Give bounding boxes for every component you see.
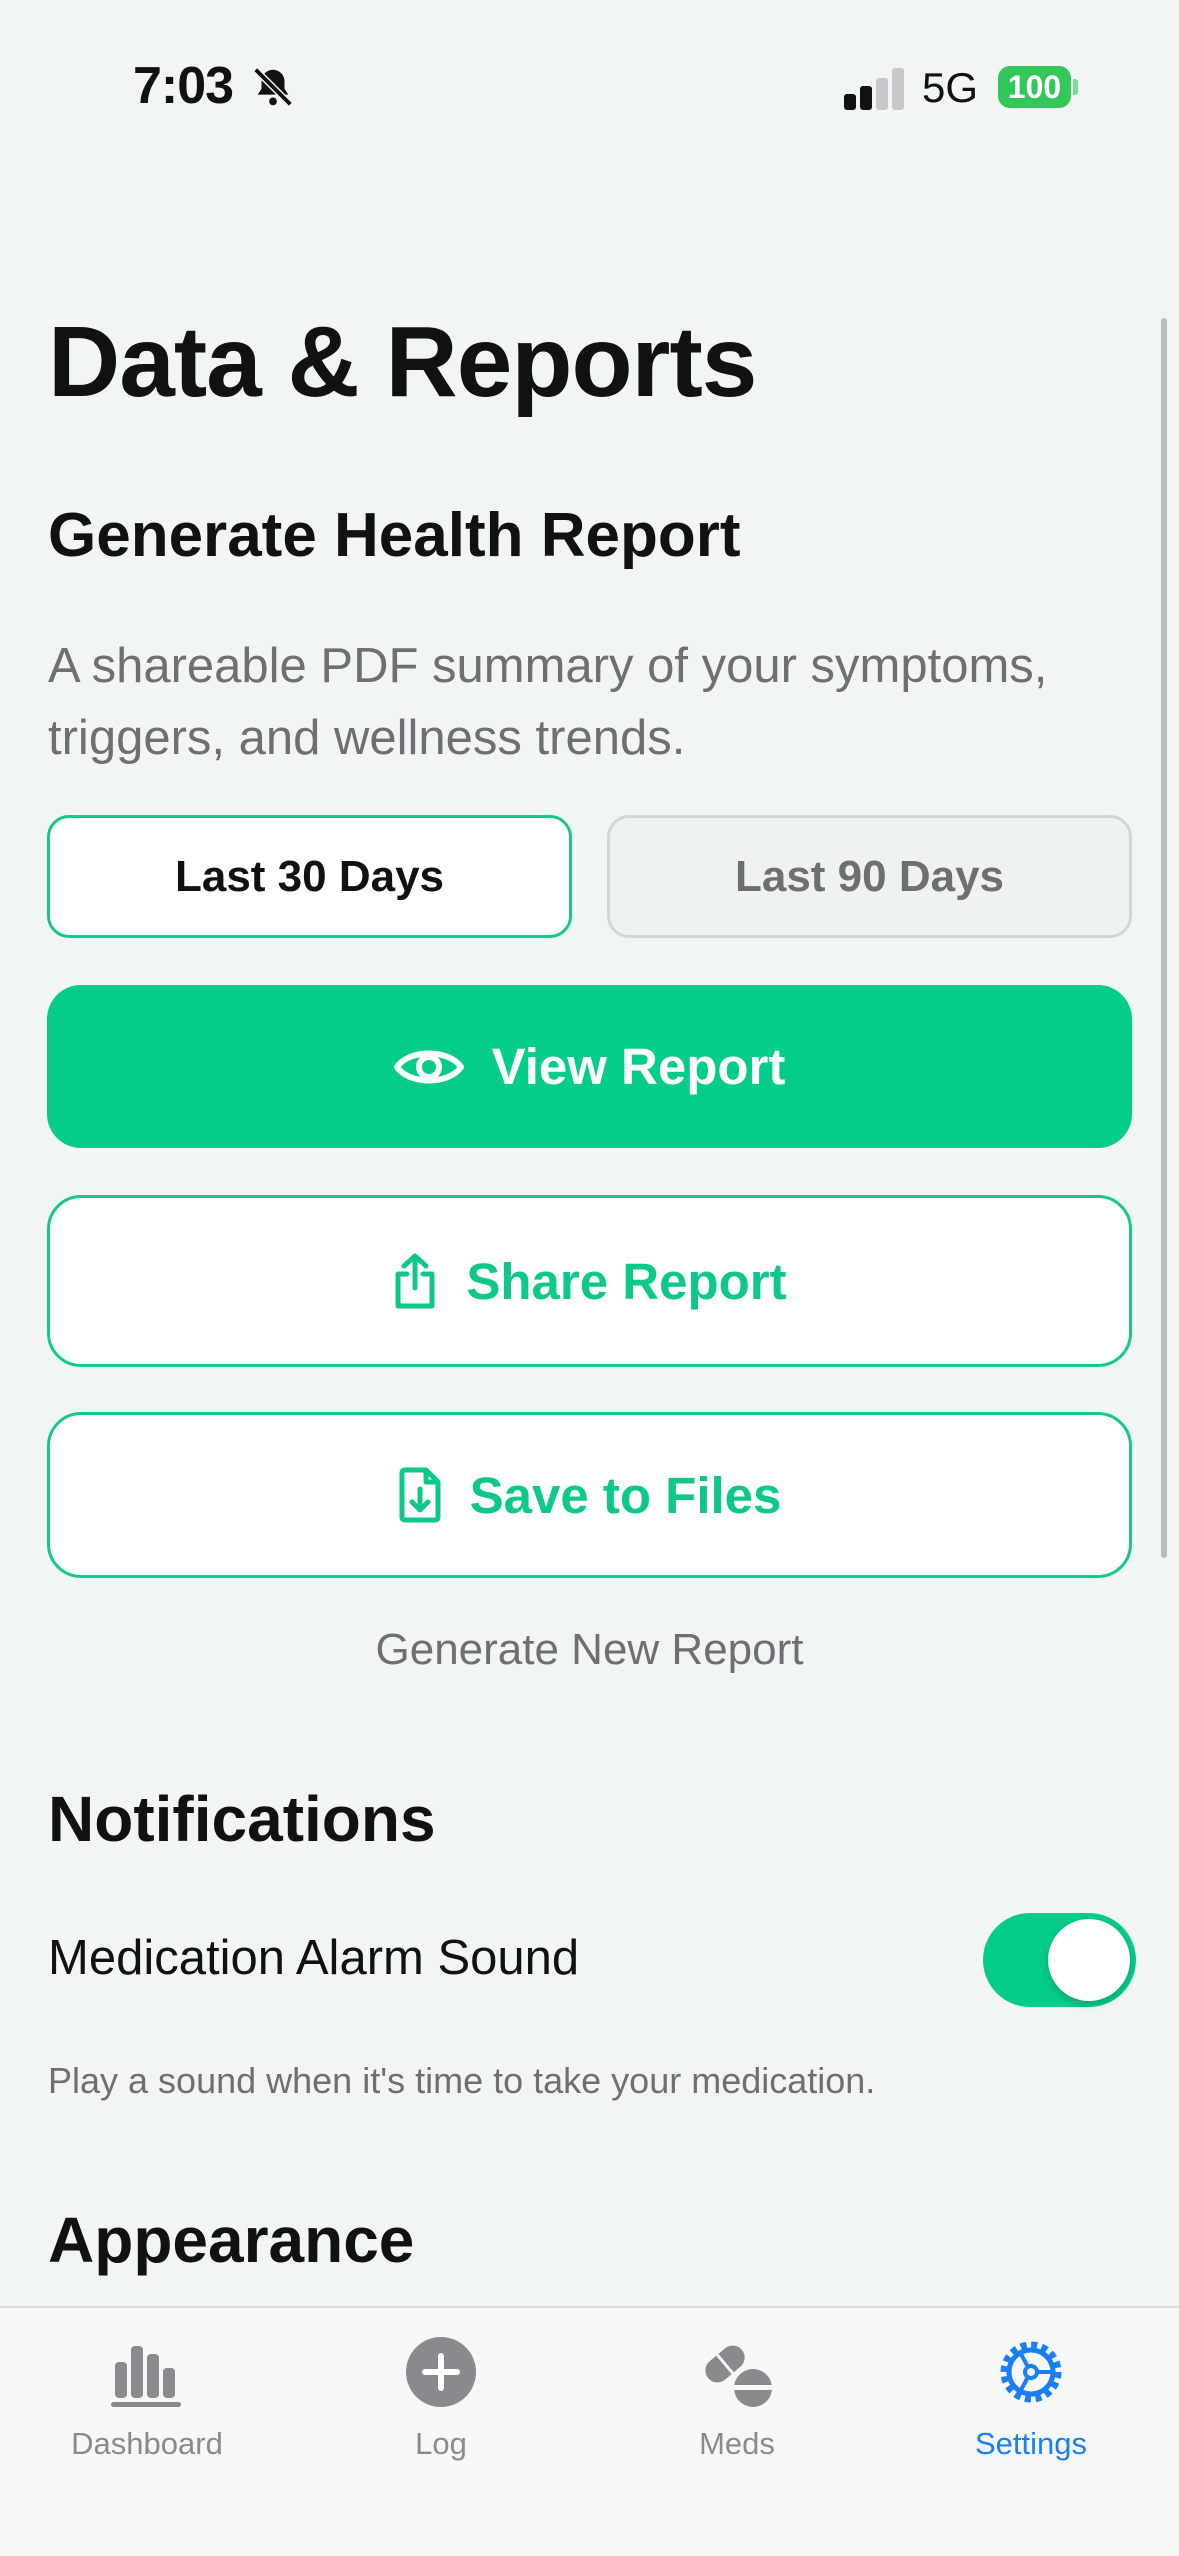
network-label: 5G bbox=[922, 64, 979, 111]
page-title: Data & Reports bbox=[48, 306, 757, 418]
plus-circle-icon bbox=[406, 2337, 476, 2407]
tab-settings[interactable]: Settings bbox=[884, 2308, 1178, 2556]
tab-meds[interactable]: Meds bbox=[590, 2308, 884, 2556]
eye-icon bbox=[393, 1050, 464, 1083]
view-report-button[interactable]: View Report bbox=[47, 985, 1132, 1148]
status-bar: 7:03 5G 100 bbox=[0, 0, 1179, 175]
bar-chart-icon bbox=[111, 2346, 181, 2407]
battery-icon: 100 bbox=[998, 66, 1078, 108]
share-report-label: Share Report bbox=[466, 1252, 787, 1310]
tab-meds-label: Meds bbox=[699, 2426, 775, 2461]
file-download-icon bbox=[399, 1467, 441, 1523]
tab-dashboard[interactable]: Dashboard bbox=[0, 2308, 294, 2556]
scrollbar[interactable] bbox=[1161, 318, 1167, 1558]
battery-tip bbox=[1073, 79, 1078, 95]
report-description: A shareable PDF summary of your symptoms… bbox=[48, 639, 1048, 765]
generate-new-report-link[interactable]: Generate New Report bbox=[0, 1625, 1179, 1675]
tab-settings-label: Settings bbox=[974, 2426, 1087, 2461]
battery-level: 100 bbox=[998, 66, 1071, 108]
gear-icon bbox=[1000, 2341, 1062, 2403]
view-report-label: View Report bbox=[491, 1038, 786, 1095]
screen: 7:03 5G 100 Data & Reports Generate Heal… bbox=[0, 0, 1179, 2556]
appearance-section-title: Appearance bbox=[48, 2204, 415, 2276]
tab-bar: Dashboard Log Meds Settings bbox=[0, 2306, 1179, 2556]
report-section-title: Generate Health Report bbox=[48, 501, 741, 570]
medication-alarm-label: Medication Alarm Sound bbox=[48, 1931, 580, 1985]
share-icon bbox=[395, 1253, 435, 1309]
bell-slash-icon bbox=[253, 67, 293, 107]
toggle-knob bbox=[1048, 1919, 1130, 2001]
save-to-files-button[interactable]: Save to Files bbox=[47, 1412, 1132, 1578]
pills-icon bbox=[705, 2345, 773, 2407]
medication-alarm-help: Play a sound when it's time to take your… bbox=[48, 2060, 876, 2101]
notifications-section-title: Notifications bbox=[48, 1783, 436, 1855]
status-time: 7:03 bbox=[133, 57, 234, 115]
medication-alarm-toggle[interactable] bbox=[983, 1913, 1136, 2007]
save-to-files-label: Save to Files bbox=[469, 1466, 782, 1524]
range-30-days-button[interactable]: Last 30 Days bbox=[47, 815, 572, 938]
tab-log-label: Log bbox=[415, 2426, 467, 2461]
range-90-days-button[interactable]: Last 90 Days bbox=[607, 815, 1132, 938]
tab-log[interactable]: Log bbox=[294, 2308, 588, 2556]
share-report-button[interactable]: Share Report bbox=[47, 1195, 1132, 1367]
tab-dashboard-label: Dashboard bbox=[71, 2426, 223, 2461]
signal-icon bbox=[844, 68, 904, 110]
